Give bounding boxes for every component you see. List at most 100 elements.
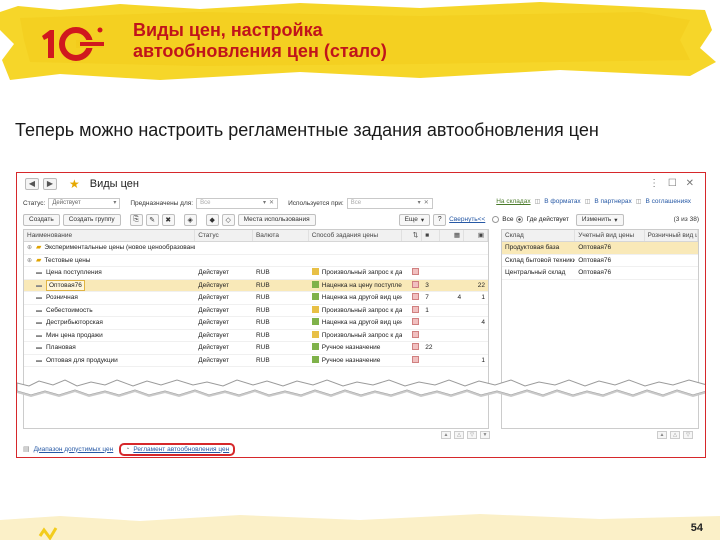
- lock-icon[interactable]: ▣: [464, 230, 488, 241]
- row-count-a: [422, 355, 440, 367]
- table-row[interactable]: ▬ Мин цена продажи Действует RUB Произвольны…: [24, 330, 488, 342]
- method-icon: [311, 293, 319, 300]
- usage-places-button[interactable]: Места использования: [237, 213, 316, 226]
- copy-icon[interactable]: ⎘: [129, 213, 143, 226]
- delete-icon[interactable]: ✖: [161, 213, 175, 226]
- table-row[interactable]: ▬ Дестрибьюторская Действует RUB Наценка на …: [24, 317, 488, 330]
- column-header-account-price[interactable]: Учетный вид цены: [575, 230, 645, 241]
- in-partners-link[interactable]: В партнерах: [594, 198, 631, 205]
- table-row[interactable]: Склад бытовой техники Оптовая76: [502, 255, 698, 267]
- method-icon: [311, 268, 319, 275]
- more-button[interactable]: Еще ▾: [398, 213, 431, 226]
- change-button[interactable]: Изменить ▾: [575, 213, 624, 226]
- chevron-down-icon: ▾: [614, 216, 618, 224]
- scroll-last-icon[interactable]: ▼: [480, 431, 490, 439]
- table-row[interactable]: ▬ Розничная Действует RUB Наценка на другой …: [24, 292, 488, 305]
- tag-icon[interactable]: ■: [422, 230, 441, 241]
- scroll-up-icon[interactable]: △: [670, 431, 680, 439]
- bottom-links: ▤ Диапазон допустимых цен ◔ Регламент ав…: [23, 442, 236, 456]
- create-button[interactable]: Создать: [23, 213, 60, 226]
- table-row[interactable]: ▬ Оптовая для продукции Действует RUB Ручное…: [24, 355, 488, 367]
- row-status: [195, 255, 253, 267]
- all-radio[interactable]: [492, 216, 500, 223]
- where-active-radio[interactable]: [516, 216, 524, 223]
- scroll-up-icon[interactable]: △: [454, 431, 464, 439]
- method-icon: [311, 343, 319, 350]
- collapse-link[interactable]: Свернуть<<: [449, 216, 485, 223]
- where-active-label: Где действует: [526, 216, 569, 223]
- table-row[interactable]: ▬ Оптовая76 Действует RUB Наценка на цену по…: [24, 279, 488, 292]
- chevron-down-icon: ▾: [420, 216, 425, 224]
- page-number: 54: [690, 522, 703, 534]
- row-account-price: Оптовая76: [578, 256, 612, 264]
- row-count-b: [440, 317, 464, 329]
- move-up-icon[interactable]: ◆: [205, 213, 219, 226]
- edit-icon[interactable]: ✎: [145, 213, 159, 226]
- row-currency: RUB: [255, 294, 270, 301]
- table-row[interactable]: Продуктовая база Оптовая76: [502, 242, 698, 255]
- scroll-down-icon[interactable]: ▽: [467, 431, 477, 439]
- cell-name: ▬ Себестоимость: [24, 305, 195, 317]
- price-range-link[interactable]: Диапазон допустимых цен: [34, 446, 114, 453]
- sort-icon[interactable]: ⇅: [402, 230, 423, 241]
- in-agreements-link[interactable]: В соглашениях: [645, 198, 691, 205]
- scroll-down-icon[interactable]: ▽: [683, 431, 693, 439]
- row-flag: [402, 255, 422, 267]
- clear-icon[interactable]: ✕: [269, 199, 274, 208]
- all-radio-label: Все: [502, 216, 514, 223]
- column-header-warehouse[interactable]: Склад: [502, 230, 576, 241]
- table-row[interactable]: ▬ Себестоимость Действует RUB Произвольный з…: [24, 305, 488, 317]
- clear-icon[interactable]: ✕: [424, 199, 429, 208]
- purpose-filter-select[interactable]: Все ▾ ✕: [196, 197, 279, 209]
- window-menu-icons[interactable]: ⋮ ☐ ✕: [649, 178, 697, 189]
- scroll-first-icon[interactable]: ▲: [657, 431, 667, 439]
- create-group-button[interactable]: Создать группу: [62, 213, 121, 226]
- move-down-icon[interactable]: ◇: [221, 213, 235, 226]
- row-status: Действует: [198, 319, 229, 326]
- used-filter-select[interactable]: Все ▾ ✕: [346, 197, 433, 209]
- autoupdate-schedule-link[interactable]: Регламент автообновления цен: [133, 446, 229, 453]
- chevron-down-icon[interactable]: ▾: [113, 199, 116, 208]
- row-status: Действует: [198, 356, 229, 364]
- table-row[interactable]: ▬ Плановая Действует RUB Ручное назначение 22: [24, 342, 488, 355]
- status-filter-label: Статус:: [23, 199, 46, 207]
- change-label: Изменить: [581, 216, 612, 223]
- table-row[interactable]: ⊕ ▰ Тестовые цены: [24, 255, 488, 267]
- star-icon[interactable]: ★: [69, 177, 80, 191]
- arrow-left-icon[interactable]: ◀: [25, 178, 39, 190]
- in-formats-link[interactable]: В форматах: [544, 198, 580, 205]
- row-account-price: Оптовая76: [578, 244, 612, 251]
- table-row[interactable]: Центральный склад Оптовая76: [502, 267, 698, 280]
- row-method: Ручное назначение: [321, 344, 381, 351]
- column-header-status[interactable]: Статус: [195, 230, 253, 241]
- help-icon[interactable]: ?: [433, 213, 447, 226]
- warehouse-prices-table: Склад Учетный вид цены Розничный вид цен…: [501, 229, 699, 429]
- used-filter-label: Используется при:: [288, 199, 344, 207]
- cell-method: Ручное назначение: [309, 342, 403, 354]
- row-count-b: [440, 255, 464, 267]
- scroll-first-icon[interactable]: ▲: [441, 431, 451, 439]
- expand-icon[interactable]: ⊕: [27, 258, 32, 264]
- table-row[interactable]: ⊕ ▰ Экспериментальные цены (новое ценообра…: [24, 242, 488, 255]
- chevron-down-icon[interactable]: ▾: [263, 199, 266, 208]
- status-filter-select[interactable]: Действует ▾: [48, 197, 121, 209]
- arrow-right-icon[interactable]: ▶: [43, 178, 57, 190]
- row-count-a: 1: [425, 306, 429, 314]
- row-name: Розничная: [46, 294, 78, 301]
- column-header-retail-price[interactable]: Розничный вид цены: [645, 230, 698, 241]
- tag-icon[interactable]: ◈: [183, 213, 197, 226]
- column-header-name[interactable]: Наименование: [24, 230, 196, 241]
- column-header-method[interactable]: Способ задания цены: [309, 230, 403, 241]
- on-warehouses-link[interactable]: На складах: [496, 198, 530, 205]
- side-scroll-buttons: ▲ △ ▽: [657, 431, 693, 439]
- calendar-flag-icon: [412, 355, 420, 363]
- cell-method: Наценка на цену поступления: [309, 280, 402, 292]
- table-row[interactable]: ▬ Цена поступления Действует RUB Произвольны…: [24, 267, 488, 280]
- chevron-down-icon[interactable]: ▾: [418, 199, 421, 208]
- calendar-icon[interactable]: ▦: [440, 230, 465, 241]
- column-header-currency[interactable]: Валюта: [253, 230, 309, 241]
- bullet-icon: ▬: [36, 332, 42, 339]
- expand-icon[interactable]: ⊕: [27, 245, 32, 251]
- toolbar: Создать Создать группу ⎘ ✎ ✖ ◈ ◆ ◇ Места…: [23, 213, 699, 226]
- method-icon: [311, 355, 319, 363]
